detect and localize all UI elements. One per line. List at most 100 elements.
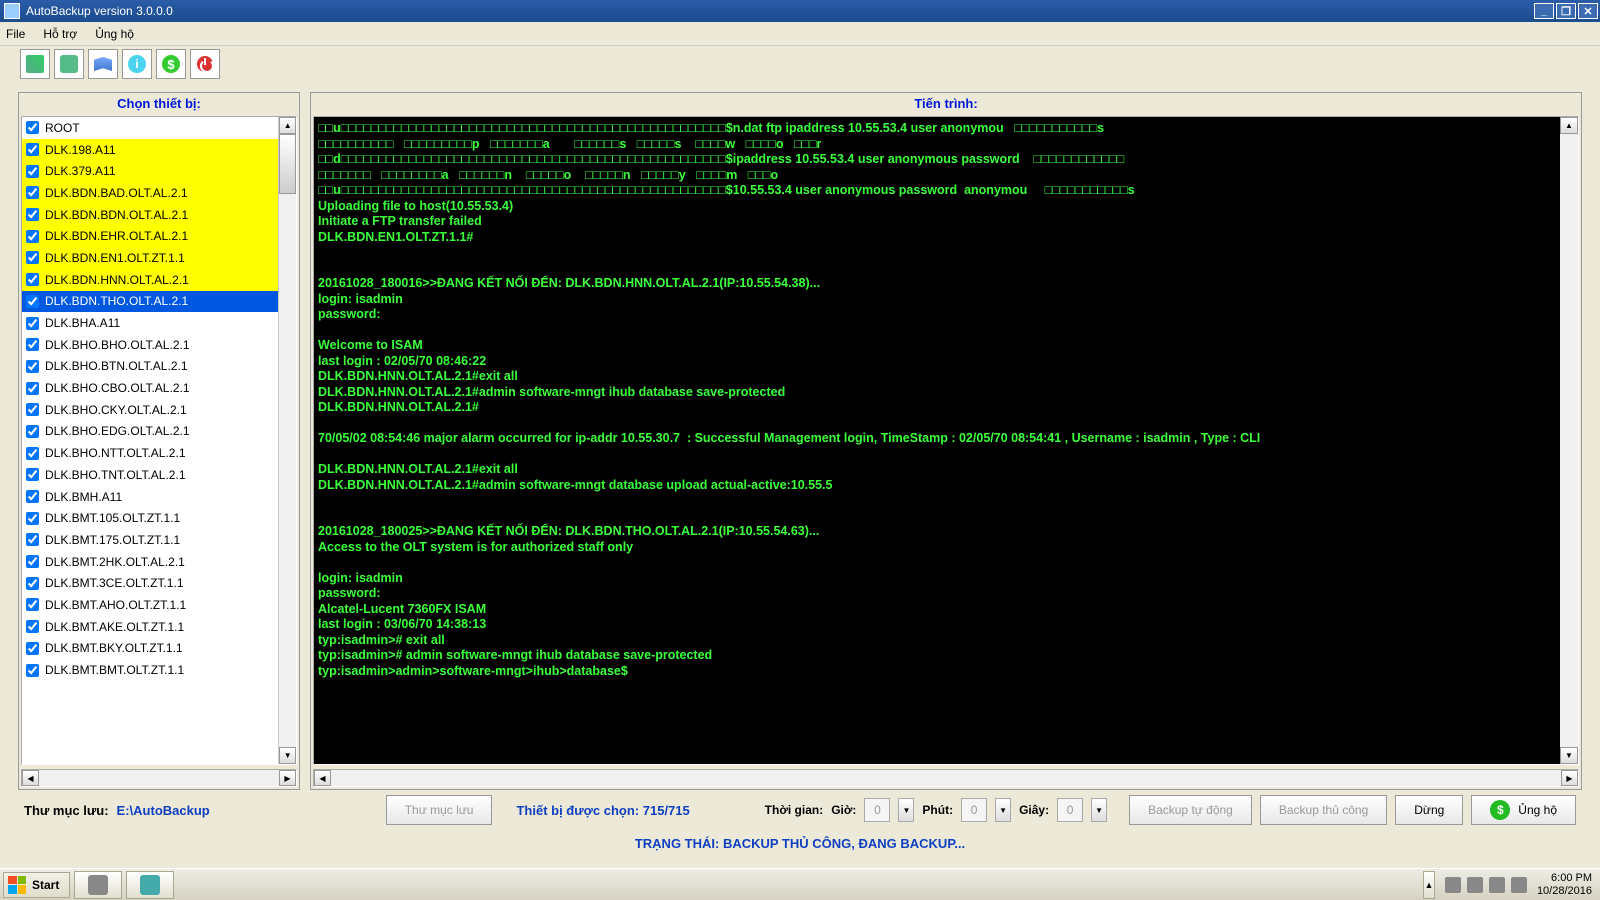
toolbar-btn-2[interactable] — [54, 49, 84, 79]
scroll-right-icon[interactable]: ▶ — [279, 770, 296, 786]
toolbar-btn-3[interactable] — [88, 49, 118, 79]
menu-help[interactable]: Hỗ trợ — [43, 27, 77, 41]
device-row[interactable]: DLK.BHA.A11 — [22, 312, 278, 334]
minute-input[interactable]: 0 — [961, 798, 987, 822]
scroll-down-icon[interactable]: ▼ — [279, 747, 296, 764]
scroll-down-icon[interactable]: ▼ — [1560, 747, 1578, 764]
scroll-up-icon[interactable]: ▲ — [1560, 117, 1578, 134]
minute-dropdown-icon[interactable]: ▼ — [995, 798, 1011, 822]
scroll-left-icon[interactable]: ◀ — [314, 770, 331, 786]
device-checkbox[interactable] — [26, 295, 39, 308]
tray-expand-icon[interactable]: ▲ — [1423, 871, 1435, 899]
device-checkbox[interactable] — [26, 165, 39, 178]
hscrollbar[interactable]: ◀ ▶ — [21, 769, 297, 787]
device-checkbox[interactable] — [26, 512, 39, 525]
device-row[interactable]: DLK.BHO.BTN.OLT.AL.2.1 — [22, 356, 278, 378]
device-row[interactable]: DLK.BHO.BHO.OLT.AL.2.1 — [22, 334, 278, 356]
second-input[interactable]: 0 — [1057, 798, 1083, 822]
save-dir-button[interactable]: Thư mục lưu — [386, 795, 493, 825]
device-row[interactable]: ROOT — [22, 117, 278, 139]
device-label: DLK.BMT.105.OLT.ZT.1.1 — [45, 511, 180, 525]
scroll-up-icon[interactable]: ▲ — [279, 117, 296, 134]
device-checkbox[interactable] — [26, 208, 39, 221]
device-tree[interactable]: ROOT DLK.198.A11 DLK.379.A11DLK.BDN.BAD.OL… — [22, 117, 278, 764]
device-checkbox[interactable] — [26, 425, 39, 438]
vscrollbar[interactable]: ▲ ▼ — [278, 117, 296, 764]
device-row[interactable]: DLK.BMT.105.OLT.ZT.1.1 — [22, 507, 278, 529]
minimize-button[interactable]: _ — [1534, 3, 1554, 19]
device-row[interactable]: DLK.BDN.THO.OLT.AL.2.1 — [22, 291, 278, 313]
tray-icon[interactable] — [1489, 877, 1505, 893]
device-checkbox[interactable] — [26, 143, 39, 156]
device-row[interactable]: DLK.BMT.BKY.OLT.ZT.1.1 — [22, 638, 278, 660]
device-checkbox[interactable] — [26, 555, 39, 568]
hour-dropdown-icon[interactable]: ▼ — [898, 798, 914, 822]
manual-backup-button[interactable]: Backup thủ công — [1260, 795, 1387, 825]
start-button[interactable]: Start — [3, 872, 70, 898]
device-checkbox[interactable] — [26, 230, 39, 243]
hour-input[interactable]: 0 — [864, 798, 890, 822]
device-checkbox[interactable] — [26, 577, 39, 590]
device-checkbox[interactable] — [26, 403, 39, 416]
device-row[interactable]: DLK.BHO.EDG.OLT.AL.2.1 — [22, 421, 278, 443]
device-row[interactable]: DLK.BHO.TNT.OLT.AL.2.1 — [22, 464, 278, 486]
device-row[interactable]: DLK.BMT.175.OLT.ZT.1.1 — [22, 529, 278, 551]
toolbar-btn-4[interactable]: i — [122, 49, 152, 79]
menu-file[interactable]: File — [6, 27, 25, 41]
auto-backup-button[interactable]: Backup tự động — [1129, 795, 1252, 825]
device-row[interactable]: DLK.198.A11 — [22, 139, 278, 161]
device-row[interactable]: DLK.BHO.CKY.OLT.AL.2.1 — [22, 399, 278, 421]
device-checkbox[interactable] — [26, 121, 39, 134]
device-checkbox[interactable] — [26, 338, 39, 351]
device-checkbox[interactable] — [26, 533, 39, 546]
device-row[interactable]: DLK.BMT.BMT.OLT.ZT.1.1 — [22, 659, 278, 681]
device-row[interactable]: DLK.BMT.3CE.OLT.ZT.1.1 — [22, 572, 278, 594]
tray-icon[interactable] — [1445, 877, 1461, 893]
toolbar-btn-5[interactable]: $ — [156, 49, 186, 79]
terminal-vscrollbar[interactable]: ▲ ▼ — [1560, 117, 1578, 764]
device-row[interactable]: DLK.BDN.EN1.OLT.ZT.1.1 — [22, 247, 278, 269]
device-checkbox[interactable] — [26, 620, 39, 633]
device-checkbox[interactable] — [26, 664, 39, 677]
device-checkbox[interactable] — [26, 186, 39, 199]
stop-button[interactable]: Dừng — [1395, 795, 1463, 825]
device-row[interactable]: DLK.BHO.NTT.OLT.AL.2.1 — [22, 442, 278, 464]
device-row[interactable]: DLK.BMT.AKE.OLT.ZT.1.1 — [22, 616, 278, 638]
scroll-left-icon[interactable]: ◀ — [22, 770, 39, 786]
device-row[interactable]: DLK.379.A11 — [22, 160, 278, 182]
device-row[interactable]: DLK.BDN.BDN.OLT.AL.2.1 — [22, 204, 278, 226]
toolbar-btn-1[interactable] — [20, 49, 50, 79]
device-checkbox[interactable] — [26, 447, 39, 460]
device-checkbox[interactable] — [26, 382, 39, 395]
taskbar-app-1[interactable] — [74, 871, 122, 899]
device-checkbox[interactable] — [26, 251, 39, 264]
menu-donate[interactable]: Ủng hộ — [95, 27, 134, 41]
tray-icon[interactable] — [1511, 877, 1527, 893]
clock[interactable]: 6:00 PM 10/28/2016 — [1537, 872, 1592, 898]
device-checkbox[interactable] — [26, 490, 39, 503]
device-checkbox[interactable] — [26, 642, 39, 655]
scroll-right-icon[interactable]: ▶ — [1561, 770, 1578, 786]
close-button[interactable]: ✕ — [1578, 3, 1598, 19]
device-row[interactable]: DLK.BMH.A11 — [22, 486, 278, 508]
device-checkbox[interactable] — [26, 317, 39, 330]
tray-icon[interactable] — [1467, 877, 1483, 893]
taskbar-app-2[interactable] — [126, 871, 174, 899]
device-checkbox[interactable] — [26, 273, 39, 286]
device-row[interactable]: DLK.BDN.EHR.OLT.AL.2.1 — [22, 225, 278, 247]
scroll-thumb[interactable] — [279, 134, 296, 194]
toolbar-btn-6[interactable] — [190, 49, 220, 79]
donate-button[interactable]: $ Ủng hộ — [1471, 795, 1576, 825]
device-row[interactable]: DLK.BMT.2HK.OLT.AL.2.1 — [22, 551, 278, 573]
device-label: DLK.198.A11 — [45, 143, 116, 157]
device-row[interactable]: DLK.BDN.BAD.OLT.AL.2.1 — [22, 182, 278, 204]
device-checkbox[interactable] — [26, 360, 39, 373]
terminal-hscrollbar[interactable]: ◀ ▶ — [313, 769, 1579, 787]
maximize-button[interactable]: ❐ — [1556, 3, 1576, 19]
second-dropdown-icon[interactable]: ▼ — [1091, 798, 1107, 822]
device-row[interactable]: DLK.BMT.AHO.OLT.ZT.1.1 — [22, 594, 278, 616]
device-row[interactable]: DLK.BHO.CBO.OLT.AL.2.1 — [22, 377, 278, 399]
device-checkbox[interactable] — [26, 598, 39, 611]
device-checkbox[interactable] — [26, 468, 39, 481]
device-row[interactable]: DLK.BDN.HNN.OLT.AL.2.1 — [22, 269, 278, 291]
